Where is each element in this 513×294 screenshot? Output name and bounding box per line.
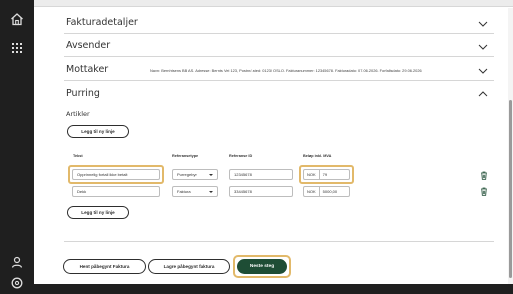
save-draft-invoice-button[interactable]: Lagre påbegynt faktura xyxy=(148,259,230,274)
section-mottaker[interactable]: Mottaker Navn: Bernhtsens BB AS. Adresse… xyxy=(64,60,494,81)
select-value: Faktura xyxy=(177,189,191,194)
add-line-button-bottom[interactable]: Legg til ny linje xyxy=(67,206,129,219)
section-purring[interactable]: Purring xyxy=(64,85,494,102)
section-title: Mottaker xyxy=(66,64,109,75)
reference-type-select-row-1[interactable]: Purregebyr xyxy=(172,169,218,180)
section-title: Purring xyxy=(66,88,100,99)
chevron-down-icon[interactable] xyxy=(478,44,488,50)
fetch-draft-invoice-button[interactable]: Hent påbegynt Faktura xyxy=(63,259,146,274)
amount-value: 5000,00 xyxy=(322,189,338,194)
reference-type-select-row-2[interactable]: Faktura xyxy=(172,186,218,197)
window-top-bar xyxy=(34,0,513,7)
trash-icon[interactable] xyxy=(480,171,488,180)
grid-icon[interactable] xyxy=(9,40,25,56)
highlight-next-step xyxy=(233,255,291,278)
currency-label: NOK xyxy=(304,187,320,196)
reference-id-input-row-2[interactable]: 33445678 xyxy=(229,186,293,197)
section-title: Avsender xyxy=(66,40,111,51)
column-header-tekst: Tekst xyxy=(73,154,83,158)
bottom-bar xyxy=(34,284,513,294)
scrollbar[interactable] xyxy=(508,8,513,284)
column-header-referanse-id: Referanse ID xyxy=(229,154,253,158)
amount-input-row-2[interactable]: NOK 5000,00 xyxy=(303,186,350,197)
mottaker-summary: Navn: Bernhtsens BB AS. Adresse: Bernts … xyxy=(150,68,422,73)
chevron-down-icon[interactable] xyxy=(478,21,488,27)
section-fakturadetaljer[interactable]: Fakturadetaljer xyxy=(64,14,494,34)
add-line-button-top[interactable]: Legg til ny linje xyxy=(67,125,129,138)
trash-icon[interactable] xyxy=(480,187,488,196)
chevron-down-icon xyxy=(209,174,213,176)
select-value: Purregebyr xyxy=(177,172,197,177)
section-title: Fakturadetaljer xyxy=(66,17,138,28)
user-icon[interactable] xyxy=(9,254,25,270)
section-avsender[interactable]: Avsender xyxy=(64,37,494,57)
home-icon[interactable] xyxy=(9,11,25,27)
artikler-label: Artikler xyxy=(66,110,90,118)
highlight-amount-input xyxy=(299,165,354,184)
reference-id-input-row-1[interactable]: 12345678 xyxy=(229,169,293,180)
sidebar xyxy=(0,0,34,294)
highlight-text-input xyxy=(68,165,164,184)
column-header-referansetype: Referansetype xyxy=(172,154,199,158)
divider xyxy=(64,241,494,242)
settings-icon[interactable] xyxy=(9,275,25,291)
chevron-up-icon[interactable] xyxy=(478,91,488,97)
text-input-row-2[interactable]: Dekk xyxy=(72,186,160,197)
column-header-belop: Beløp inkl. MVA xyxy=(303,154,332,158)
chevron-down-icon xyxy=(209,191,213,193)
scrollbar-thumb[interactable] xyxy=(509,100,512,278)
chevron-down-icon[interactable] xyxy=(478,68,488,74)
